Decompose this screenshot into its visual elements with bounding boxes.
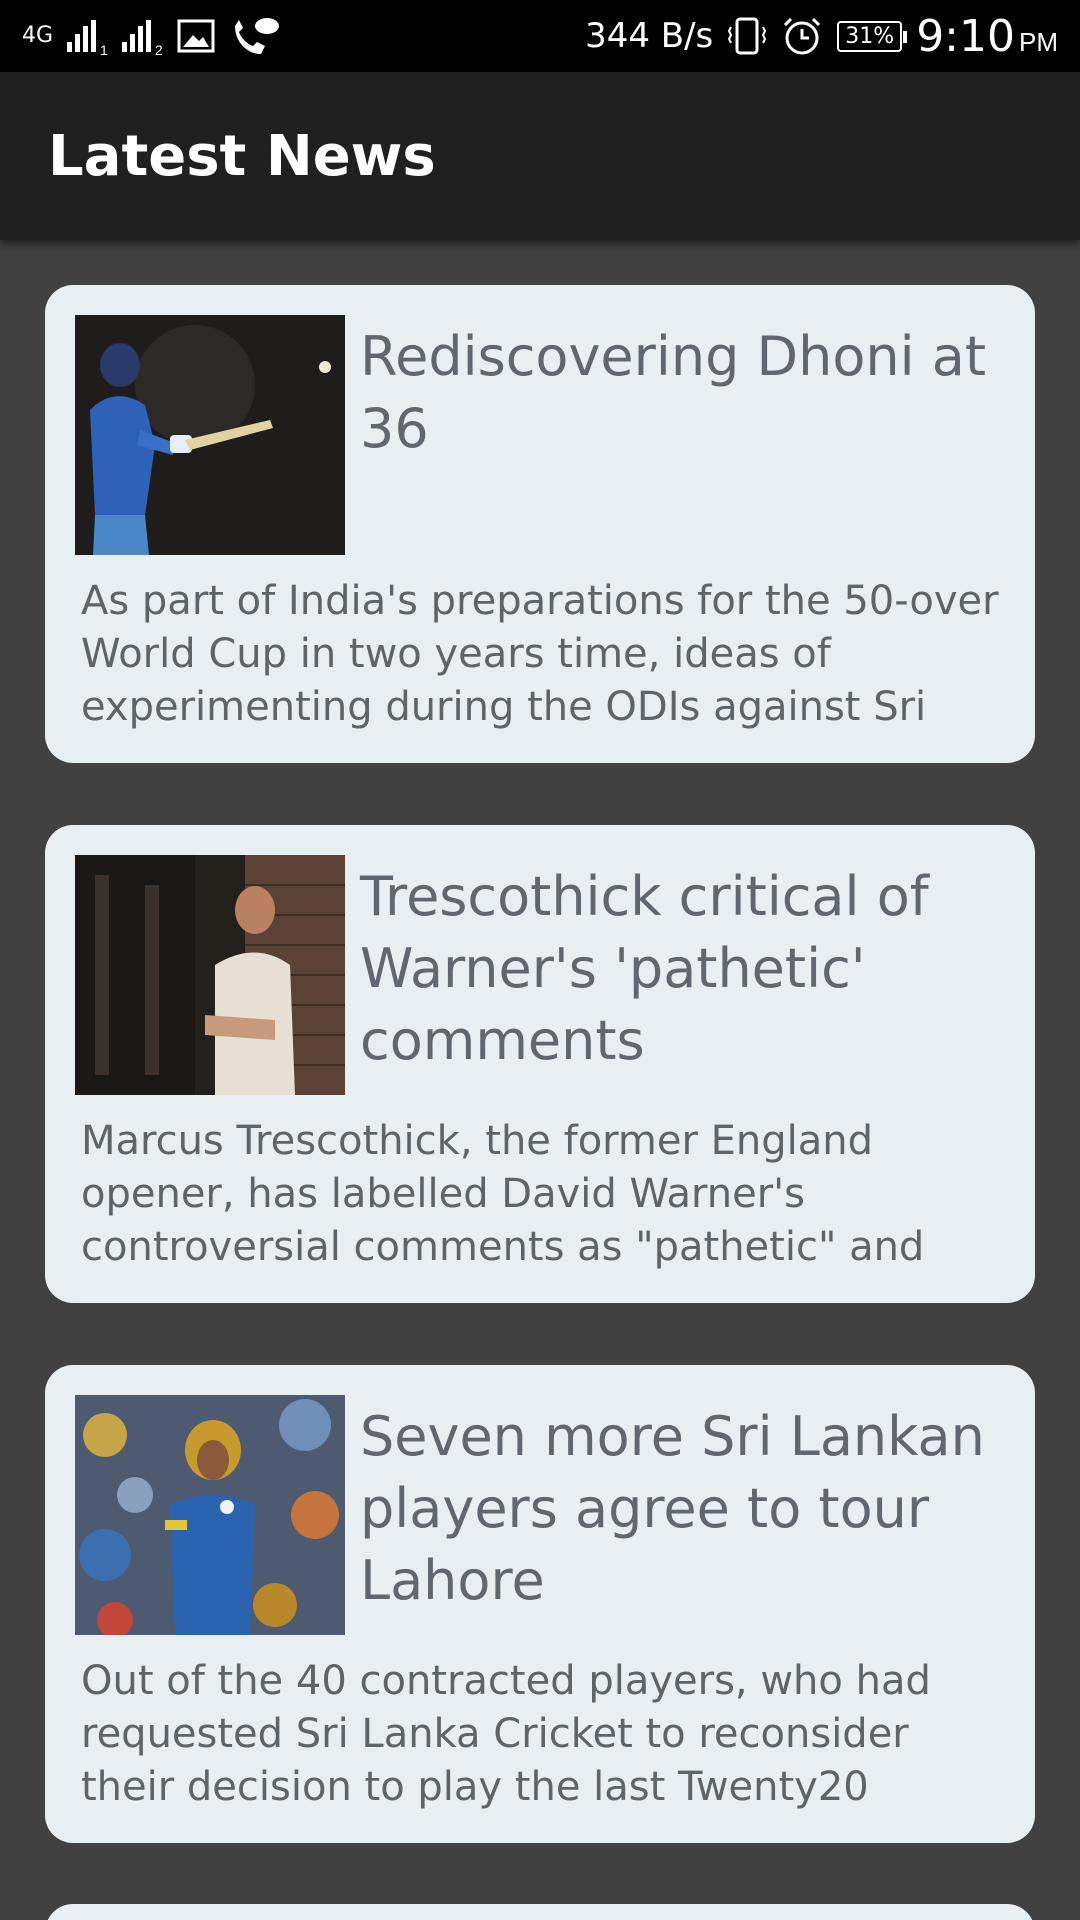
news-thumbnail xyxy=(75,315,345,555)
alarm-icon xyxy=(784,17,821,55)
news-thumbnail xyxy=(75,855,345,1095)
news-card[interactable]: Seven more Sri Lankan players agree to t… xyxy=(45,1365,1035,1843)
clock-time: 9:10 xyxy=(916,10,1015,62)
news-thumbnail xyxy=(75,1395,345,1635)
vibrate-icon xyxy=(728,17,767,55)
signal-icon xyxy=(67,20,97,52)
clock: 9:10 PM xyxy=(916,11,1058,62)
data-rate: 344 B/s xyxy=(585,16,714,56)
news-card[interactable] xyxy=(45,1904,1035,1920)
signal-icon xyxy=(121,20,151,52)
news-card[interactable]: Rediscovering Dhoni at 36 As part of Ind… xyxy=(45,285,1035,763)
sim1-label: 1 xyxy=(100,42,108,58)
news-summary: Out of the 40 contracted players, who ha… xyxy=(81,1658,931,1819)
network-type: 4G xyxy=(22,23,54,48)
news-summary: Marcus Trescothick, the former England o… xyxy=(81,1118,925,1279)
sri-lanka-bowler-image xyxy=(75,1395,345,1635)
sim2-label: 2 xyxy=(154,42,163,58)
news-headline: Seven more Sri Lankan players agree to t… xyxy=(360,1405,985,1612)
clock-ampm: PM xyxy=(1019,26,1058,57)
cricketer-batting-image xyxy=(75,315,345,555)
news-headline: Trescothick critical of Warner's 'pathet… xyxy=(360,865,929,1072)
news-headline: Rediscovering Dhoni at 36 xyxy=(360,325,987,460)
status-bar-right: 344 B/s 31% 9:10 PM xyxy=(585,11,1058,62)
call-icon xyxy=(234,18,279,54)
status-bar: 4G 1 2 344 B/s 31% 9:10 PM xyxy=(0,0,1080,72)
battery-icon: 31% xyxy=(837,20,908,52)
news-card[interactable]: Trescothick critical of Warner's 'pathet… xyxy=(45,825,1035,1303)
news-summary: As part of India's preparations for the … xyxy=(81,578,999,730)
app-bar: Latest News xyxy=(0,72,1080,240)
gallery-icon xyxy=(177,19,215,53)
cricketer-leaning-wall-image xyxy=(75,855,345,1095)
page-title: Latest News xyxy=(48,123,436,189)
status-bar-left: 4G 1 2 xyxy=(22,14,281,58)
